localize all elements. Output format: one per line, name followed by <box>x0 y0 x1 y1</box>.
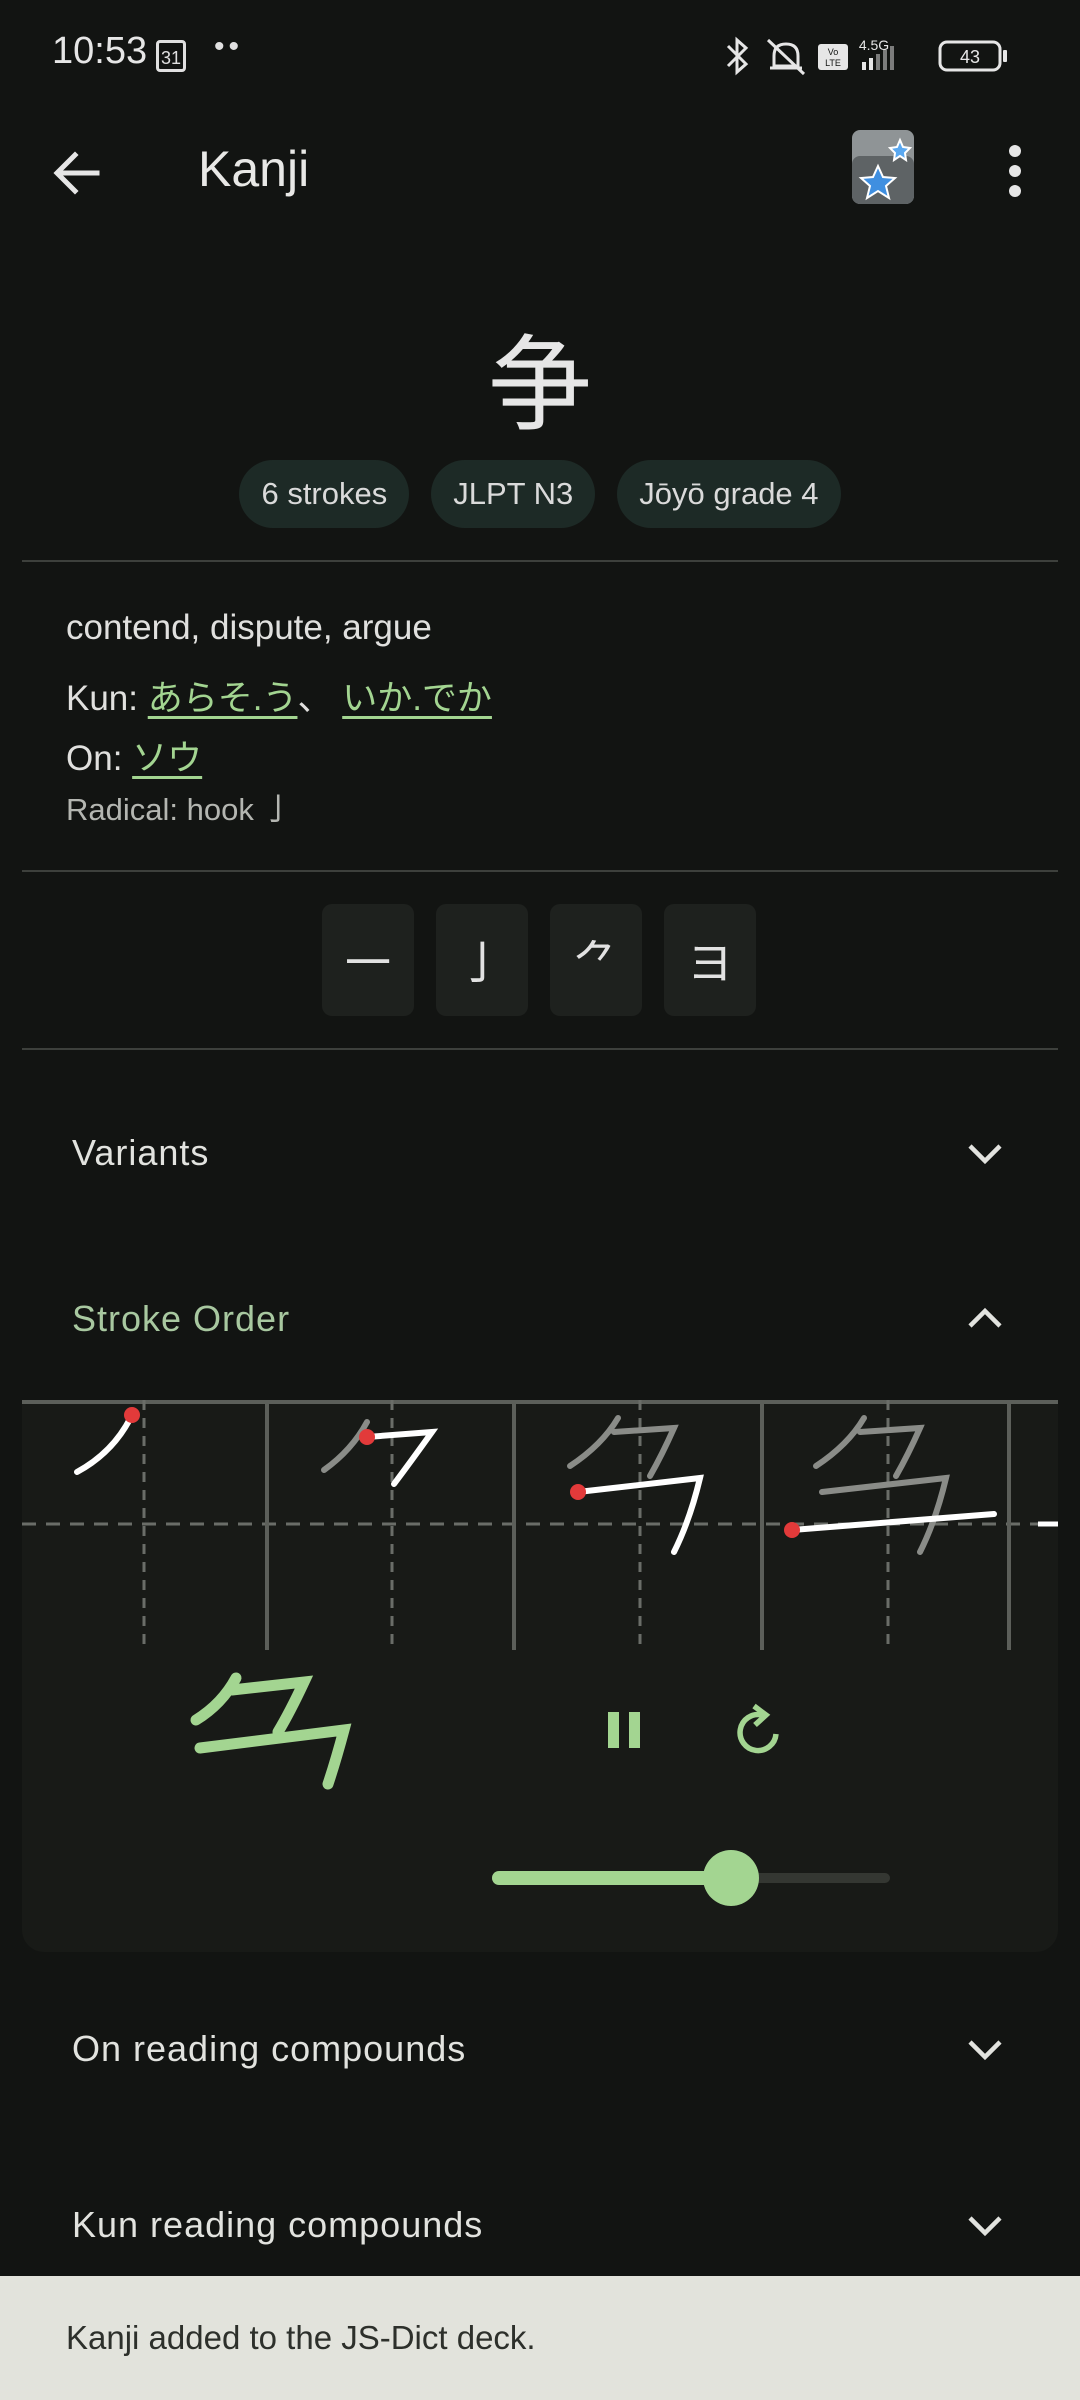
volte-text: Vo <box>828 47 839 57</box>
joyo-grade-chip: Jōyō grade 4 <box>617 460 841 528</box>
stroke-order-diagram <box>22 1400 1058 1650</box>
jlpt-chip: JLPT N3 <box>431 460 596 528</box>
chevron-down-icon <box>968 1144 1002 1165</box>
chevron-down-icon <box>968 2040 1002 2061</box>
notification-dots-icon: •• <box>214 30 244 63</box>
arrow-back-icon <box>53 151 100 195</box>
animated-stroke-preview <box>190 1672 352 1790</box>
component-list: 一 亅 ⺈ ヨ <box>322 904 756 1016</box>
on-reading-row: On: ソウ <box>66 730 202 781</box>
kanji-character: 争 <box>487 324 592 446</box>
svg-text:LTE: LTE <box>825 58 841 68</box>
on-compounds-section-header[interactable]: On reading compounds <box>0 1994 1080 2104</box>
divider <box>22 1048 1058 1050</box>
meaning-text: contend, dispute, argue <box>66 608 432 647</box>
kun-label: Kun: <box>66 679 148 718</box>
more-vert-icon[interactable] <box>985 138 1045 204</box>
bluetooth-icon <box>726 36 749 76</box>
component-button[interactable]: 亅 <box>436 904 528 1016</box>
component-button[interactable]: ヨ <box>664 904 756 1016</box>
snackbar-message: Kanji added to the JS-Dict deck. <box>66 2319 536 2356</box>
component-button[interactable]: ⺈ <box>550 904 642 1016</box>
stroke-count-chip: 6 strokes <box>239 460 410 528</box>
kanji-chips: 6 strokes JLPT N3 Jōyō grade 4 <box>0 460 1080 528</box>
radical-text: Radical: hook 亅 <box>66 792 294 827</box>
back-button[interactable] <box>44 140 110 206</box>
stroke-frame-2 <box>321 1419 439 1487</box>
status-icons: Vo LTE 4.5G 43 <box>726 36 1007 76</box>
variants-label: Variants <box>72 1132 210 1173</box>
kun-reading-row: Kun: あらそ.う、 いか.でか <box>66 670 492 721</box>
chevron-down-icon <box>968 2216 1002 2237</box>
slider-thumb[interactable] <box>703 1850 759 1906</box>
kun-compounds-label: Kun reading compounds <box>72 2204 484 2245</box>
kun-compounds-section-header[interactable]: Kun reading compounds <box>0 2170 1080 2280</box>
calendar-icon: 31 <box>156 40 186 72</box>
animation-speed-slider[interactable] <box>492 1846 890 1906</box>
mute-icon <box>766 38 806 76</box>
stroke-frame-3 <box>567 1415 704 1555</box>
divider <box>22 560 1058 562</box>
pause-icon[interactable] <box>596 1702 652 1758</box>
variants-section-header[interactable]: Variants <box>0 1098 1080 1208</box>
kun-reading-link[interactable]: あらそ.う <box>148 679 298 718</box>
stroke-order-section-header[interactable]: Stroke Order <box>0 1264 1080 1374</box>
on-compounds-label: On reading compounds <box>72 2028 467 2069</box>
reading-separator: 、 <box>297 679 343 718</box>
slider-fill <box>492 1871 731 1885</box>
divider <box>22 870 1058 872</box>
kun-reading-link[interactable]: いか.でか <box>342 679 492 718</box>
battery-icon: 43 <box>938 40 1007 72</box>
svg-text:43: 43 <box>960 47 980 67</box>
stroke-frame-1 <box>74 1407 140 1475</box>
on-label: On: <box>66 739 133 778</box>
anki-star-icon[interactable] <box>848 126 920 208</box>
replay-icon[interactable] <box>726 1700 790 1764</box>
chevron-up-icon <box>968 1307 1002 1328</box>
component-button[interactable]: 一 <box>322 904 414 1016</box>
status-time: 10:53 <box>52 30 148 72</box>
page-title: Kanji <box>198 141 310 197</box>
stroke-order-label: Stroke Order <box>72 1298 291 1339</box>
snackbar: Kanji added to the JS-Dict deck. <box>0 2276 1080 2400</box>
on-reading-link[interactable]: ソウ <box>132 739 202 778</box>
